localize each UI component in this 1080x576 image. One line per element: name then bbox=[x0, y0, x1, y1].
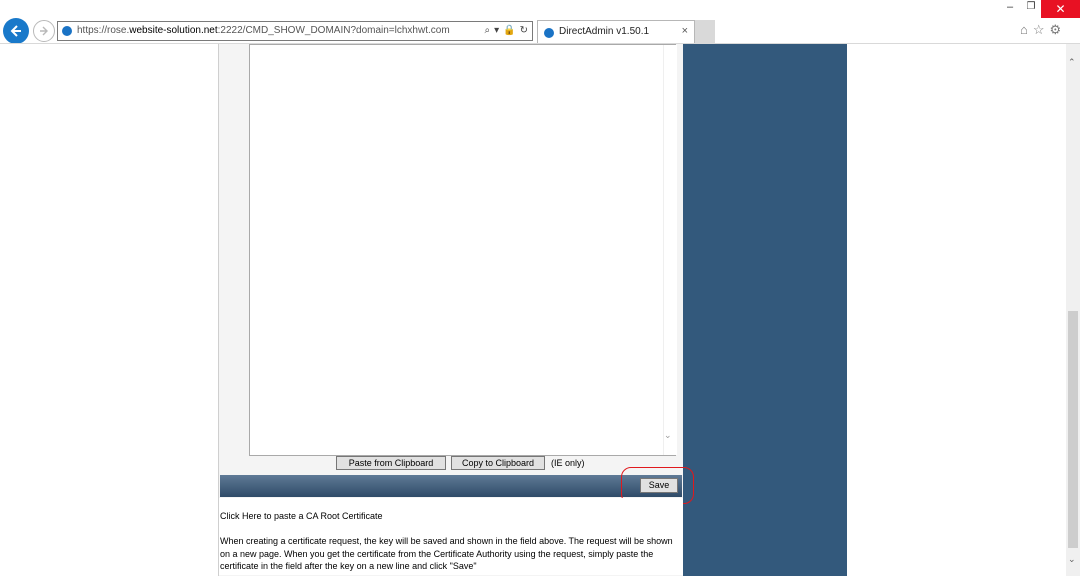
scroll-up-icon[interactable]: ⌃ bbox=[1068, 57, 1076, 68]
url-text[interactable]: https://rose.website-solution.net:2222/C… bbox=[77, 24, 450, 38]
save-bar bbox=[220, 475, 682, 497]
right-sidebar bbox=[683, 44, 847, 576]
tab-title: DirectAdmin v1.50.1 bbox=[559, 26, 650, 37]
tab-directadmin[interactable]: DirectAdmin v1.50.1 × bbox=[537, 20, 695, 44]
certificate-textarea[interactable] bbox=[249, 44, 676, 456]
url-prefix: https://rose. bbox=[77, 25, 130, 36]
scrollbar-thumb[interactable] bbox=[1068, 311, 1078, 548]
home-favorites-settings-icons[interactable]: ⌂☆⚙ bbox=[1020, 22, 1066, 38]
url-path: :2222/CMD_SHOW_DOMAIN?domain=lchxhwt.com bbox=[217, 25, 450, 36]
tab-site-icon bbox=[544, 28, 554, 38]
paste-from-clipboard-button[interactable]: Paste from Clipboard bbox=[336, 456, 446, 470]
refresh-icon[interactable]: ↻ bbox=[520, 25, 528, 36]
chevron-down-icon[interactable]: ⌄ bbox=[664, 430, 672, 441]
dropdown-arrow-icon[interactable]: ▾ bbox=[494, 25, 499, 36]
browser-chrome: https://rose.website-solution.net:2222/C… bbox=[0, 0, 1080, 44]
ie-only-note: (IE only) bbox=[551, 458, 585, 468]
search-icon[interactable]: ⌕ bbox=[485, 25, 491, 36]
tab-close-icon[interactable]: × bbox=[682, 25, 688, 37]
arrow-left-icon bbox=[10, 25, 21, 37]
new-tab-button[interactable] bbox=[695, 20, 715, 43]
url-domain: website-solution.net bbox=[129, 25, 218, 36]
forward-button[interactable] bbox=[33, 20, 55, 42]
scroll-down-icon[interactable]: ⌄ bbox=[1068, 554, 1076, 565]
lock-icon[interactable]: 🔒 bbox=[503, 25, 515, 36]
close-window-button[interactable]: ✕ bbox=[1041, 0, 1080, 18]
copy-to-clipboard-button[interactable]: Copy to Clipboard bbox=[451, 456, 545, 470]
address-tools: ⌕ ▾ 🔒 ↻ bbox=[481, 24, 528, 38]
paste-ca-root-link[interactable]: Click Here to paste a CA Root Certificat… bbox=[220, 511, 383, 521]
textarea-scrollbar[interactable] bbox=[663, 45, 677, 455]
site-icon bbox=[62, 26, 72, 36]
minimize-button[interactable]: – bbox=[1001, 0, 1019, 14]
help-text: When creating a certificate request, the… bbox=[220, 536, 673, 571]
arrow-right-icon bbox=[40, 26, 48, 36]
back-button[interactable] bbox=[3, 18, 29, 44]
restore-button[interactable]: ❐ bbox=[1022, 0, 1040, 14]
address-bar[interactable]: https://rose.website-solution.net:2222/C… bbox=[57, 21, 533, 41]
